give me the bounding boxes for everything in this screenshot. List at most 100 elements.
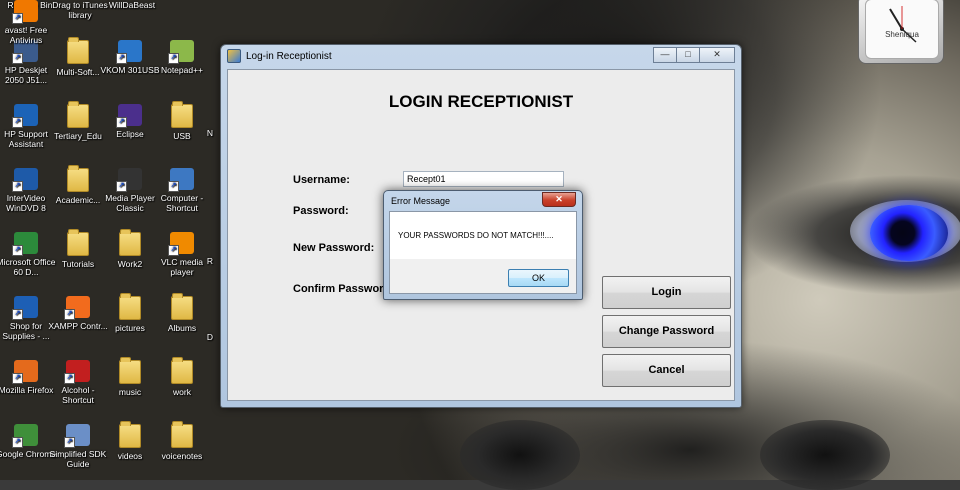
folder-icon — [171, 293, 193, 320]
desktop-icon-label: Eclipse — [116, 129, 144, 139]
desktop-icon[interactable]: ↗ VLC media player — [152, 232, 212, 277]
desktop-icon-label: Tertiary_Edu — [54, 131, 102, 141]
desktop-icon[interactable]: ↗ avast! Free Antivirus — [0, 0, 56, 45]
desktop-icon[interactable]: ↗ Notepad++ — [152, 40, 212, 75]
desktop-icon-label: D — [206, 332, 214, 342]
desktop-icon-willdabeast[interactable]: WillDaBeast — [102, 0, 162, 10]
desktop-icon[interactable]: ↗ Media Player Classic — [100, 168, 160, 213]
window-titlebar[interactable]: Log-in Receptionist — □ ✕ — [221, 45, 741, 67]
desktop-icon-label: XAMPP Contr... — [48, 321, 108, 331]
dvd-icon: ↗ — [12, 168, 38, 192]
desktop-icon[interactable]: Multi-Soft... — [48, 37, 108, 77]
desktop-icon-partial: N — [200, 128, 220, 138]
minimize-button[interactable]: — — [653, 47, 677, 63]
notepad-icon: ↗ — [168, 40, 194, 64]
computer-icon: ↗ — [168, 168, 194, 192]
folder-icon — [67, 165, 89, 192]
shortcut-arrow-icon: ↗ — [12, 245, 23, 256]
shortcut-arrow-icon: ↗ — [64, 309, 75, 320]
desktop-icon[interactable]: ↗ Computer - Shortcut — [152, 168, 212, 213]
page-title: LOGIN RECEPTIONIST — [388, 92, 574, 111]
desktop-icon[interactable]: ↗ Simplified SDK Guide — [48, 424, 108, 469]
desktop-icon-partial: D — [200, 332, 220, 342]
folder-icon — [67, 37, 89, 64]
desktop-icon-label: music — [118, 387, 142, 397]
shortcut-arrow-icon: ↗ — [12, 373, 23, 384]
shop-icon: ↗ — [12, 296, 38, 320]
dialog-title: Error Message — [391, 196, 451, 206]
document-icon: ↗ — [64, 424, 90, 448]
desktop-icon-label: Simplified SDK Guide — [49, 449, 107, 469]
desktop-icon[interactable]: Academic... — [48, 165, 108, 205]
clock-gadget[interactable]: Sheniqua — [858, 0, 944, 64]
desktop-icon-label: R — [206, 256, 214, 266]
shortcut-arrow-icon: ↗ — [116, 117, 127, 128]
vlc-icon: ↗ — [168, 232, 194, 256]
eclipse-icon: ↗ — [116, 104, 142, 128]
desktop-icon[interactable]: Tutorials — [48, 229, 108, 269]
shortcut-arrow-icon: ↗ — [12, 437, 23, 448]
desktop-icon-label: work — [173, 387, 191, 397]
desktop-icon-label: N — [206, 128, 214, 138]
new-password-label: New Password: — [293, 242, 375, 254]
desktop-icon[interactable]: Work2 — [100, 229, 160, 269]
folder-icon — [119, 357, 141, 384]
desktop-icon[interactable]: pictures — [100, 293, 160, 333]
change-password-button[interactable]: Change Password — [602, 315, 731, 348]
desktop-icon[interactable]: Tertiary_Edu — [48, 101, 108, 141]
shortcut-arrow-icon: ↗ — [116, 53, 127, 64]
desktop-icon[interactable]: ↗ Alcohol - Shortcut — [48, 360, 108, 405]
desktop-icon[interactable]: work — [152, 357, 212, 397]
desktop-icon-label: Academic... — [55, 195, 101, 205]
desktop-icon[interactable]: ↗ Eclipse — [100, 104, 160, 139]
desktop-icon-label: Tutorials — [61, 259, 95, 269]
shortcut-arrow-icon: ↗ — [168, 181, 179, 192]
shortcut-arrow-icon: ↗ — [116, 181, 127, 192]
avast-icon: ↗ — [12, 0, 38, 24]
login-button[interactable]: Login — [602, 276, 731, 309]
chrome-icon: ↗ — [12, 424, 38, 448]
folder-icon — [119, 229, 141, 256]
wallpaper-iris — [870, 205, 948, 261]
shortcut-arrow-icon: ↗ — [64, 373, 75, 384]
confirm-password-label: Confirm Password: — [293, 283, 394, 295]
ok-button[interactable]: OK — [508, 269, 569, 287]
desktop-icon-label: voicenotes — [161, 451, 203, 461]
shortcut-arrow-icon: ↗ — [64, 437, 75, 448]
cancel-button[interactable]: Cancel — [602, 354, 731, 387]
desktop-icon-label: videos — [117, 451, 143, 461]
desktop-icon[interactable]: music — [100, 357, 160, 397]
app-icon — [227, 49, 241, 63]
desktop-icon[interactable]: videos — [100, 421, 160, 461]
alcohol-icon: ↗ — [64, 360, 90, 384]
folder-icon — [67, 101, 89, 128]
desktop-icon-label: Drag to iTunes library — [52, 0, 108, 20]
desktop-icon[interactable]: ↗ VKOM 301USB — [100, 40, 160, 75]
clock-face: Sheniqua — [865, 0, 939, 59]
desktop-icon[interactable]: ↗ XAMPP Contr... — [48, 296, 108, 331]
desktop-icon-partial: R — [200, 256, 220, 266]
office-icon: ↗ — [12, 232, 38, 256]
hp-support-icon: ↗ — [12, 104, 38, 128]
username-input[interactable]: Recept01 — [403, 171, 564, 187]
close-button[interactable]: ✕ — [699, 47, 735, 63]
folder-icon — [67, 229, 89, 256]
desktop-icon-itunes[interactable]: Drag to iTunes library — [50, 0, 110, 20]
dialog-body: YOUR PASSWORDS DO NOT MATCH!!!.... OK — [389, 211, 577, 294]
password-label: Password: — [293, 205, 349, 217]
desktop-icon-label: Computer - Shortcut — [160, 193, 204, 213]
maximize-button[interactable]: □ — [676, 47, 700, 63]
shortcut-arrow-icon: ↗ — [12, 181, 23, 192]
desktop-icon[interactable]: voicenotes — [152, 421, 212, 461]
dialog-close-button[interactable]: ✕ — [542, 192, 576, 207]
shortcut-arrow-icon: ↗ — [12, 309, 23, 320]
caption-buttons: — □ ✕ — [653, 47, 735, 63]
desktop-icon[interactable]: Albums — [152, 293, 212, 333]
shortcut-arrow-icon: ↗ — [12, 53, 23, 64]
desktop-icon-label: WillDaBeast — [108, 0, 156, 10]
shortcut-arrow-icon: ↗ — [12, 13, 23, 24]
error-message-dialog: Error Message ✕ YOUR PASSWORDS DO NOT MA… — [383, 190, 583, 300]
desktop-icon-label: avast! Free Antivirus — [4, 25, 48, 45]
clock-label: Sheniqua — [885, 30, 919, 39]
clock-hands-icon — [889, 6, 917, 43]
